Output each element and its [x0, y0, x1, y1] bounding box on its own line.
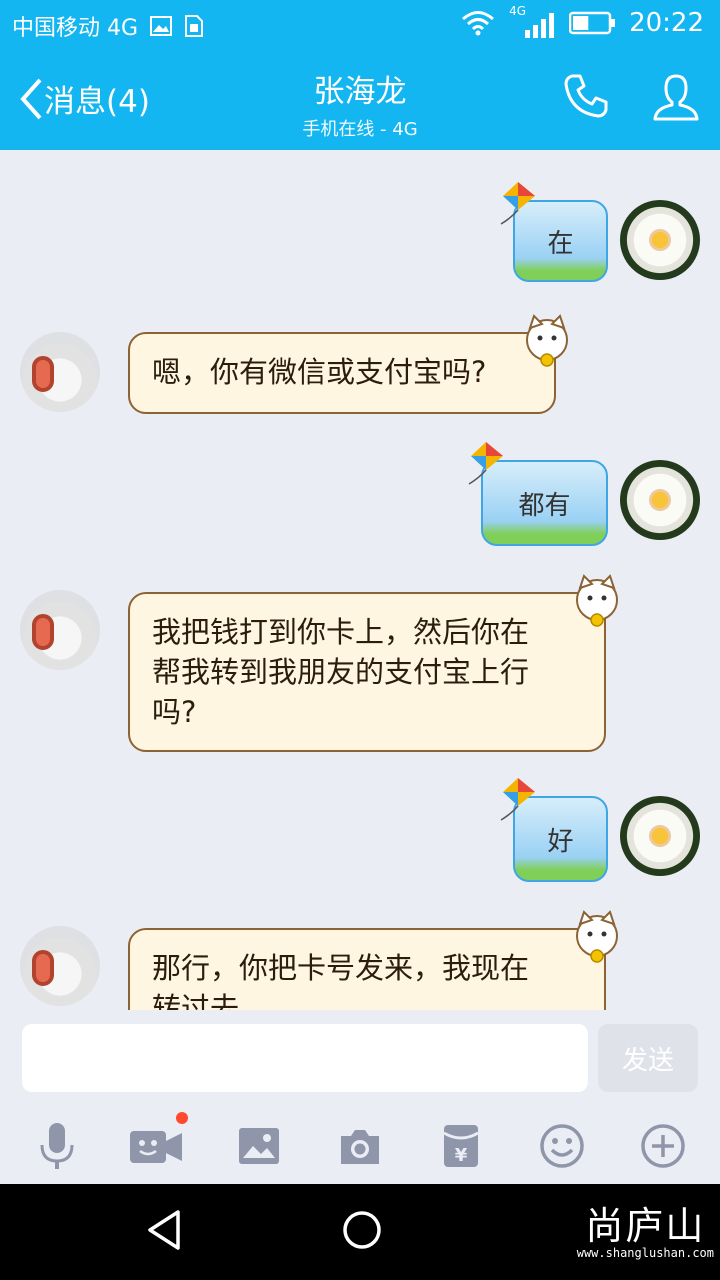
phone-call-button[interactable] — [562, 72, 610, 124]
kite-decoration-icon — [468, 442, 503, 485]
camera-icon — [341, 1130, 379, 1164]
peer-message-bubble[interactable]: 我把钱打到你卡上，然后你在 帮我转到我朋友的支付宝上行 吗? — [128, 574, 618, 752]
lucky-cat-decoration-icon — [576, 574, 618, 627]
message-text: 都有 — [518, 490, 571, 521]
message-text: 好 — [547, 826, 574, 857]
self-avatar[interactable] — [620, 200, 700, 280]
chat-toolbar: ¥ — [0, 1110, 720, 1184]
watermark: 尚庐山 www.shanglushan.com — [577, 1206, 714, 1260]
image-icon — [239, 1128, 279, 1164]
svg-text:¥: ¥ — [455, 1145, 468, 1166]
contact-name: 张海龙 — [313, 74, 407, 110]
voice-button[interactable] — [29, 1118, 85, 1174]
self-message-bubble[interactable]: 都有 — [468, 442, 608, 546]
self-message-bubble[interactable]: 好 — [500, 778, 608, 882]
circle-home-icon — [343, 1211, 381, 1249]
kite-decoration-icon — [500, 182, 535, 225]
self-avatar[interactable] — [620, 796, 700, 876]
watermark-logo: 尚庐山 — [585, 1204, 706, 1248]
more-button[interactable] — [635, 1118, 691, 1174]
contact-profile-button[interactable] — [652, 72, 700, 126]
red-packet-icon: ¥ — [443, 1125, 479, 1167]
phone-icon — [564, 74, 608, 118]
chat-area[interactable]: 在 嗯，你有微信或支付宝吗? 都有 我把钱打到你卡上，然后你在 帮我转到我朋友的… — [0, 150, 720, 1010]
contact-status: 手机在线 - 4G — [302, 119, 418, 140]
image-button[interactable] — [231, 1118, 287, 1174]
chat-header: 消息(4) 张海龙 手机在线 - 4G — [0, 50, 720, 150]
video-icon — [130, 1131, 182, 1163]
notification-dot — [176, 1112, 188, 1124]
emoji-button[interactable] — [534, 1118, 590, 1174]
mic-icon — [40, 1123, 74, 1169]
kite-decoration-icon — [500, 778, 535, 821]
message-input[interactable] — [22, 1024, 588, 1092]
wifi-icon — [462, 11, 495, 36]
sim-notification-icon — [185, 15, 204, 37]
person-icon — [653, 74, 699, 121]
message-text-line: 转过去 — [152, 991, 240, 1010]
self-message-bubble[interactable]: 在 — [500, 182, 608, 282]
triangle-back-icon — [148, 1210, 180, 1250]
red-packet-button[interactable]: ¥ — [433, 1118, 489, 1174]
nav-home-button[interactable] — [340, 1208, 384, 1256]
message-text-line: 帮我转到我朋友的支付宝上行 — [152, 655, 530, 689]
battery-icon — [569, 11, 616, 35]
send-button[interactable]: 发送 — [598, 1024, 698, 1092]
system-nav-bar: 尚庐山 www.shanglushan.com — [0, 1184, 720, 1280]
plus-icon — [641, 1124, 685, 1168]
peer-avatar[interactable] — [20, 926, 100, 1006]
peer-message-bubble[interactable]: 嗯，你有微信或支付宝吗? — [128, 314, 568, 414]
cell-signal-icon: 4G — [509, 4, 555, 38]
video-call-button[interactable] — [128, 1112, 188, 1174]
message-text-line: 吗? — [152, 695, 197, 729]
emoji-icon — [540, 1124, 584, 1168]
status-bar: 中国移动 4G 4G 20:22 — [0, 0, 720, 50]
message-text-line: 我把钱打到你卡上，然后你在 — [152, 615, 530, 649]
peer-avatar[interactable] — [20, 332, 100, 412]
peer-avatar[interactable] — [20, 590, 100, 670]
message-text: 嗯，你有微信或支付宝吗? — [152, 355, 487, 389]
watermark-url: www.shanglushan.com — [576, 1246, 714, 1260]
input-bar: 发送 — [0, 1010, 720, 1110]
lucky-cat-decoration-icon — [526, 314, 568, 367]
clock-label: 20:22 — [629, 8, 704, 38]
nav-back-button[interactable] — [144, 1208, 184, 1256]
gallery-notification-icon — [150, 16, 173, 36]
carrier-label: 中国移动 4G — [12, 16, 139, 41]
camera-button[interactable] — [332, 1118, 388, 1174]
message-text: 在 — [547, 228, 574, 259]
contact-title-block: 张海龙 手机在线 - 4G — [0, 66, 720, 141]
self-avatar[interactable] — [620, 460, 700, 540]
peer-message-bubble[interactable]: 那行，你把卡号发来，我现在 转过去 — [128, 910, 618, 1010]
lucky-cat-decoration-icon — [576, 910, 618, 963]
message-text-line: 那行，你把卡号发来，我现在 — [152, 951, 530, 985]
